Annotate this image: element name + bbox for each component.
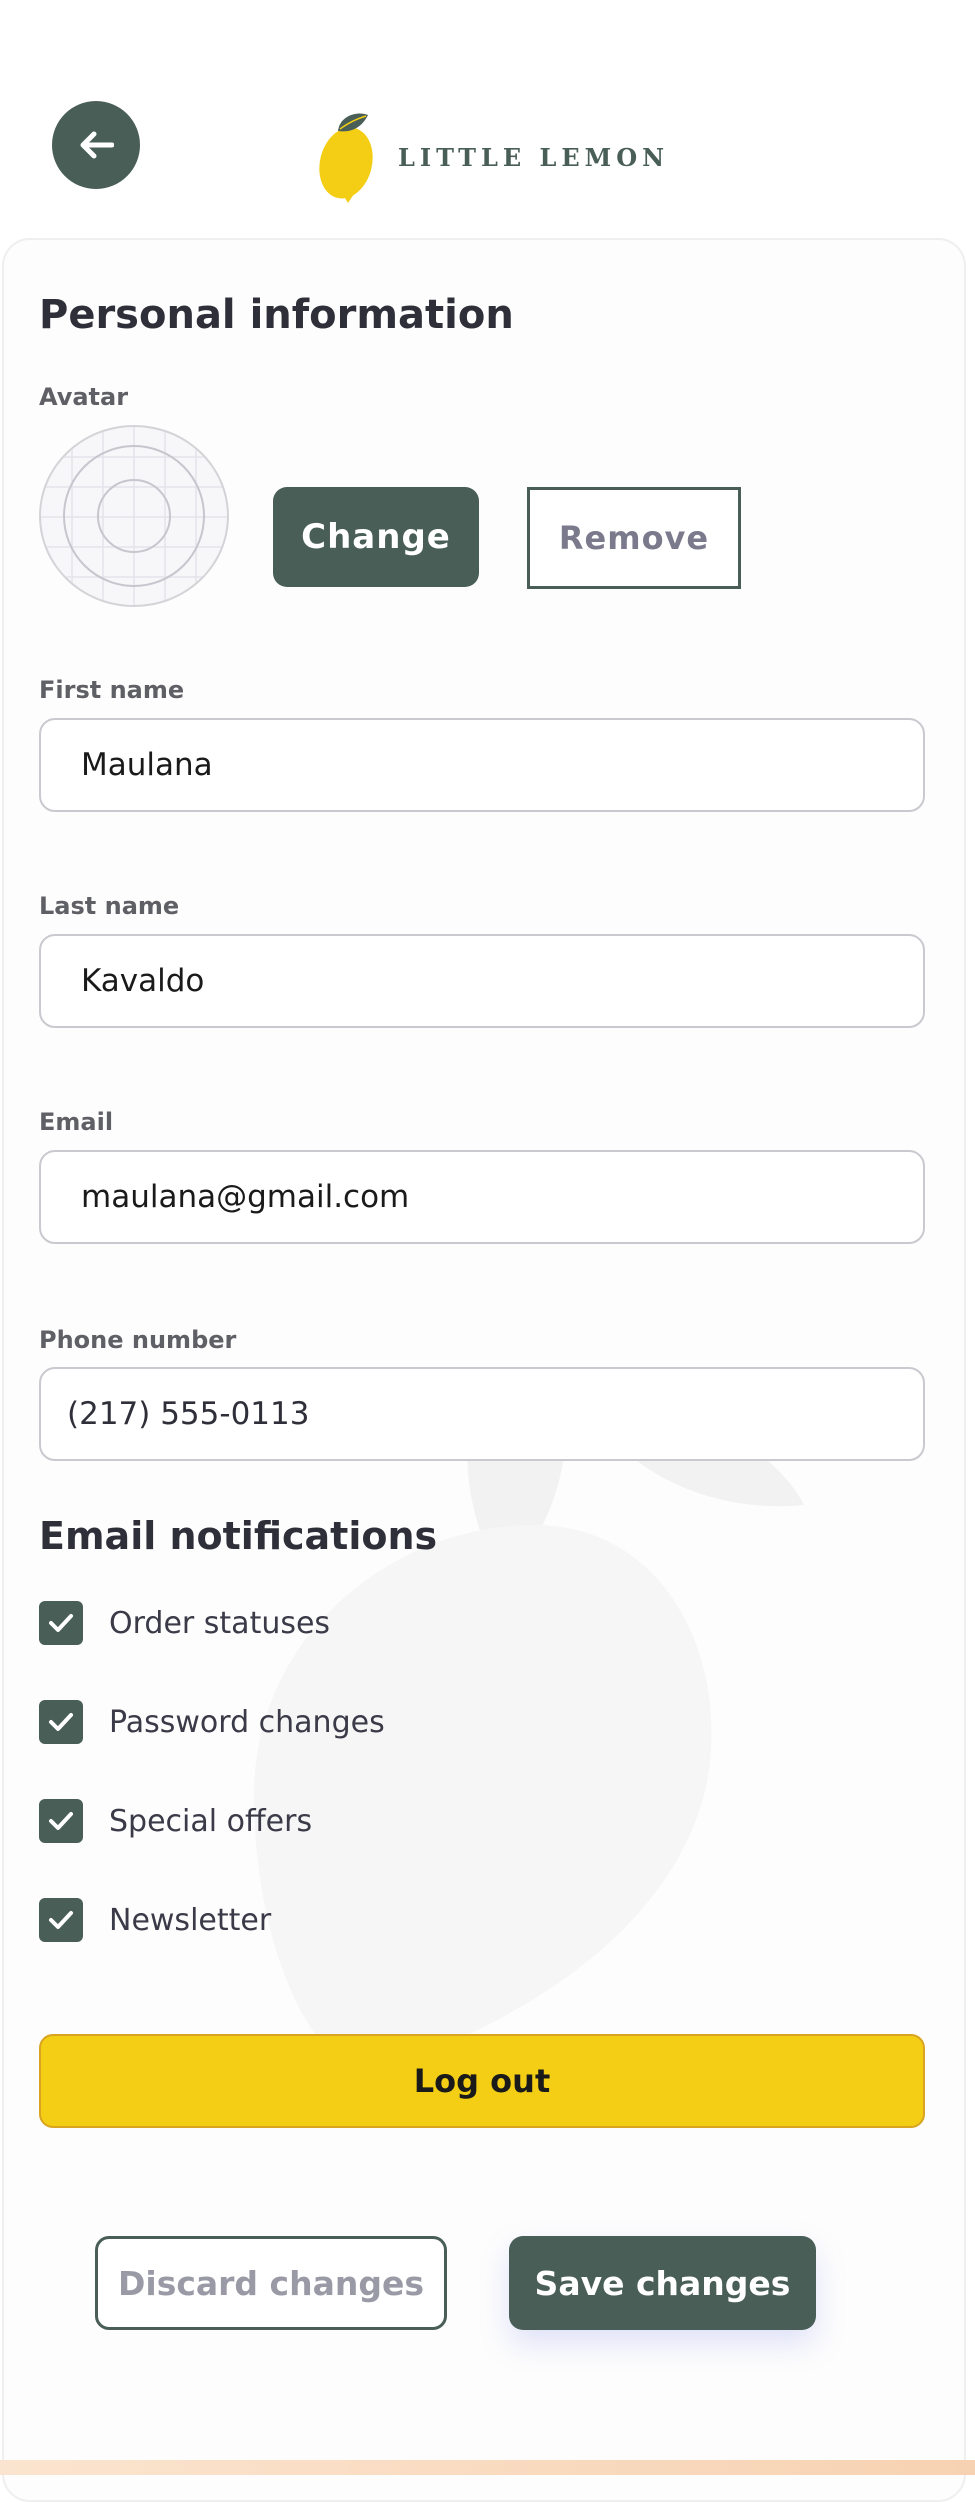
password-changes-label: Password changes xyxy=(109,1704,385,1740)
email-field-box xyxy=(39,1150,925,1244)
avatar xyxy=(39,425,229,607)
avatar-placeholder-icon xyxy=(41,427,227,605)
notification-order-statuses[interactable]: Order statuses xyxy=(39,1600,330,1646)
bottom-edge xyxy=(0,2460,975,2475)
email-input[interactable] xyxy=(41,1179,923,1215)
order-statuses-checkbox[interactable] xyxy=(39,1601,83,1645)
profile-card: Personal information Avatar Change Remov… xyxy=(2,238,966,2502)
checkmark-icon xyxy=(49,1812,73,1830)
avatar-label: Avatar xyxy=(39,383,129,411)
back-button[interactable] xyxy=(52,101,140,189)
notification-newsletter[interactable]: Newsletter xyxy=(39,1897,271,1943)
notification-special-offers[interactable]: Special offers xyxy=(39,1798,312,1844)
order-statuses-label: Order statuses xyxy=(109,1605,331,1641)
remove-avatar-button[interactable]: Remove xyxy=(527,487,741,589)
discard-changes-button[interactable]: Discard changes xyxy=(95,2236,447,2330)
first-name-label: First name xyxy=(39,676,185,704)
little-lemon-logo: LITTLE LEMON xyxy=(318,107,669,207)
email-label: Email xyxy=(39,1108,114,1136)
phone-label: Phone number xyxy=(39,1326,237,1354)
newsletter-label: Newsletter xyxy=(109,1902,272,1938)
personal-info-title: Personal information xyxy=(39,292,514,338)
phone-field-box xyxy=(39,1367,925,1461)
logo-text: LITTLE LEMON xyxy=(398,142,670,172)
newsletter-checkbox[interactable] xyxy=(39,1898,83,1942)
last-name-label: Last name xyxy=(39,892,180,920)
first-name-input[interactable] xyxy=(41,747,923,783)
change-avatar-button[interactable]: Change xyxy=(273,487,479,587)
special-offers-label: Special offers xyxy=(109,1803,313,1839)
special-offers-checkbox[interactable] xyxy=(39,1799,83,1843)
checkmark-icon xyxy=(49,1713,73,1731)
checkmark-icon xyxy=(49,1911,73,1929)
email-notifications-title: Email notifications xyxy=(39,1514,438,1558)
first-name-field-box xyxy=(39,718,925,812)
last-name-field-box xyxy=(39,934,925,1028)
app-header: LITTLE LEMON xyxy=(0,0,975,236)
lemon-logo-icon xyxy=(319,113,373,203)
checkmark-icon xyxy=(49,1614,73,1632)
last-name-input[interactable] xyxy=(41,963,923,999)
notification-password-changes[interactable]: Password changes xyxy=(39,1699,385,1745)
password-changes-checkbox[interactable] xyxy=(39,1700,83,1744)
logout-button[interactable]: Log out xyxy=(39,2034,925,2128)
phone-input[interactable] xyxy=(41,1396,923,1432)
arrow-left-icon xyxy=(80,131,114,159)
save-changes-button[interactable]: Save changes xyxy=(509,2236,816,2330)
